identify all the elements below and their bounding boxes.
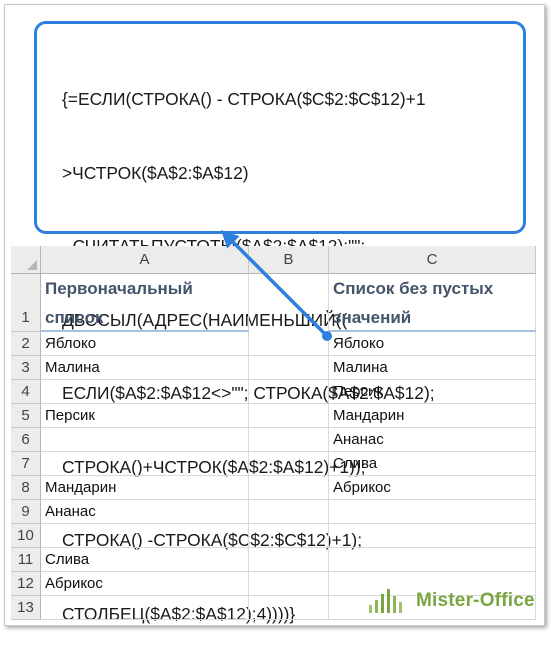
pointer-arrow: [221, 230, 332, 341]
bar-logo-icon: [369, 589, 402, 613]
logo-text: Mister-Office: [416, 590, 535, 611]
mister-office-logo: Mister-Office: [368, 583, 535, 619]
